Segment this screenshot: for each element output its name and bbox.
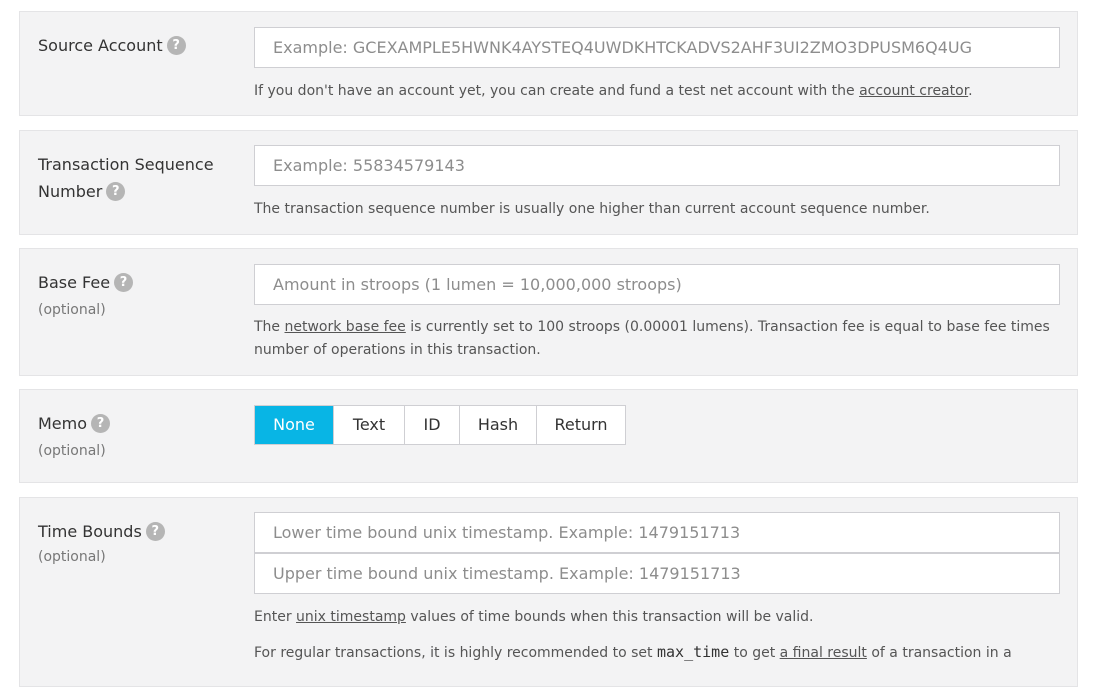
help-icon[interactable]: ? (91, 414, 111, 433)
upper-time-bound-input[interactable]: Upper time bound unix timestamp. Example… (254, 553, 1060, 594)
memo-label: Memo? (38, 410, 238, 437)
memo-option-none[interactable]: None (255, 406, 334, 444)
memo-row: Memo? (optional) None Text ID Hash Retur… (19, 389, 1078, 483)
base-fee-label: Base Fee? (38, 269, 238, 296)
time-bounds-label: Time Bounds? (38, 518, 238, 545)
account-creator-link[interactable]: account creator (859, 83, 968, 99)
base-fee-note: The network base fee is currently set to… (254, 319, 1050, 358)
help-icon[interactable]: ? (145, 522, 165, 541)
sequence-input[interactable]: Example: 55834579143 (254, 145, 1060, 186)
time-bounds-row: Time Bounds? (optional) Lower time bound… (19, 497, 1078, 687)
unix-timestamp-link[interactable]: unix timestamp (296, 609, 406, 625)
base-fee-input[interactable]: Amount in stroops (1 lumen = 10,000,000 … (254, 264, 1060, 305)
base-fee-row: Base Fee? (optional) Amount in stroops (… (19, 248, 1078, 376)
time-bounds-note: Enter unix timestamp values of time boun… (254, 609, 814, 625)
memo-optional: (optional) (38, 443, 106, 459)
memo-option-text[interactable]: Text (334, 406, 405, 444)
source-account-note: If you don't have an account yet, you ca… (254, 83, 973, 99)
memo-option-id[interactable]: ID (405, 406, 460, 444)
sequence-row: Transaction Sequence Number? Example: 55… (19, 130, 1078, 235)
time-bounds-recommendation: For regular transactions, it is highly r… (254, 643, 1012, 661)
memo-option-hash[interactable]: Hash (460, 406, 537, 444)
max-time-code: max_time (657, 643, 730, 661)
network-base-fee-link[interactable]: network base fee (285, 319, 406, 335)
source-account-label: Source Account? (38, 32, 238, 59)
memo-option-return[interactable]: Return (537, 406, 625, 444)
source-account-row: Source Account? Example: GCEXAMPLE5HWNK4… (19, 11, 1078, 116)
help-icon[interactable]: ? (106, 182, 126, 201)
source-account-input[interactable]: Example: GCEXAMPLE5HWNK4AYSTEQ4UWDKHTCKA… (254, 27, 1060, 68)
help-icon[interactable]: ? (166, 36, 186, 55)
sequence-note: The transaction sequence number is usual… (254, 201, 930, 217)
final-result-link[interactable]: a final result (780, 645, 867, 661)
memo-type-selector[interactable]: None Text ID Hash Return (254, 405, 626, 445)
help-icon[interactable]: ? (114, 273, 134, 292)
sequence-label: Transaction Sequence Number? (38, 155, 214, 201)
time-bounds-optional: (optional) (38, 549, 106, 565)
lower-time-bound-input[interactable]: Lower time bound unix timestamp. Example… (254, 512, 1060, 553)
base-fee-optional: (optional) (38, 302, 106, 318)
